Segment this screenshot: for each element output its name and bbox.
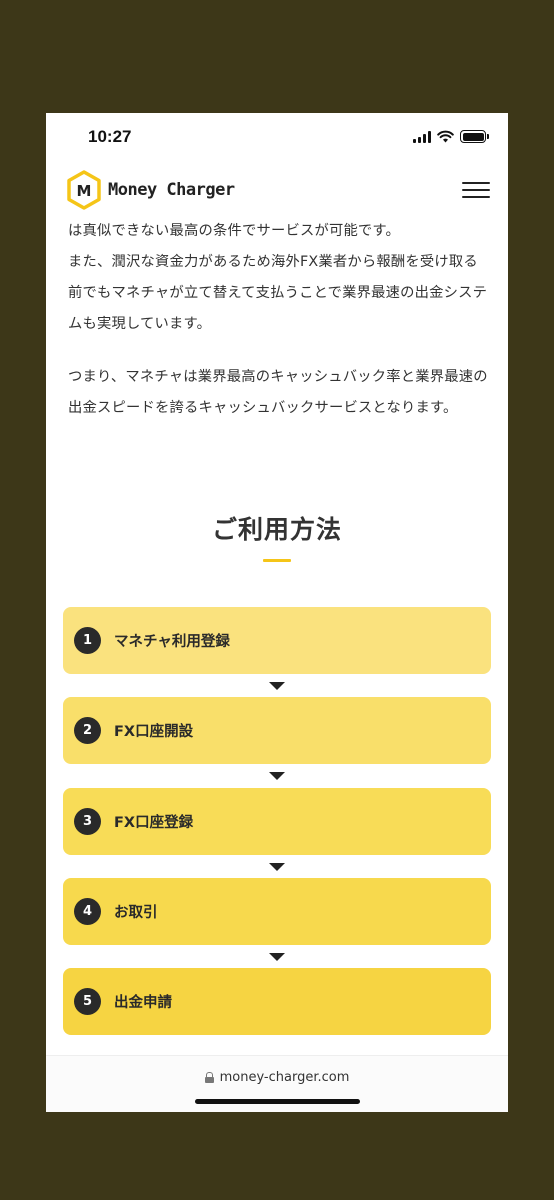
lock-icon: [204, 1072, 214, 1083]
status-time: 10:27: [88, 127, 132, 146]
intro-paragraph: つまり、マネチャは業界最高のキャッシュバック率と業界最速の出金スピードを誇るキャ…: [68, 369, 488, 416]
step-item[interactable]: 5 出金申請: [63, 968, 491, 1035]
wifi-icon: [437, 130, 454, 143]
brand-logo[interactable]: M Money Charger: [66, 170, 235, 210]
arrow-down-icon: [269, 682, 285, 690]
hexagon-logo-icon: M: [67, 170, 101, 210]
home-indicator[interactable]: [195, 1099, 360, 1104]
step-number: 3: [74, 808, 101, 835]
menu-bar-icon: [462, 182, 490, 184]
cellular-signal-icon: [413, 130, 431, 143]
phone-screen: 10:27 M Money Charger は真似できない最高の条件でサービスが…: [46, 113, 508, 1112]
menu-bar-icon: [462, 196, 490, 198]
arrow-down-icon: [269, 863, 285, 871]
step-label: FX口座開設: [114, 724, 194, 740]
step-number: 2: [74, 717, 101, 744]
section-title: ご利用方法: [211, 515, 342, 544]
status-bar: 10:27: [46, 113, 508, 163]
site-header: M Money Charger: [46, 168, 508, 218]
status-icons: [413, 130, 489, 143]
step-label: FX口座登録: [114, 815, 194, 831]
url-text: money-charger.com: [219, 1070, 350, 1085]
step-label: 出金申請: [114, 995, 172, 1011]
arrow-down-icon: [269, 953, 285, 961]
step-label: マネチャ利用登録: [114, 634, 230, 650]
arrow-down-icon: [269, 772, 285, 780]
step-number: 4: [74, 898, 101, 925]
intro-paragraph: は真似できない最高の条件でサービスが可能です。 また、潤沢な資金力があるため海外…: [68, 223, 488, 332]
menu-bar-icon: [462, 189, 490, 191]
intro-text: は真似できない最高の条件でサービスが可能です。 また、潤沢な資金力があるため海外…: [68, 216, 488, 446]
step-item[interactable]: 4 お取引: [63, 878, 491, 945]
step-item[interactable]: 1 マネチャ利用登録: [63, 607, 491, 674]
step-label: お取引: [114, 905, 158, 921]
url-display[interactable]: money-charger.com: [46, 1070, 508, 1085]
hamburger-menu-button[interactable]: [462, 182, 490, 198]
brand-name: Money Charger: [108, 180, 235, 200]
step-number: 1: [74, 627, 101, 654]
battery-icon: [460, 130, 489, 143]
step-item[interactable]: 3 FX口座登録: [63, 788, 491, 855]
logo-letter: M: [77, 182, 92, 200]
title-underline: [263, 559, 291, 562]
step-item[interactable]: 2 FX口座開設: [63, 697, 491, 764]
step-number: 5: [74, 988, 101, 1015]
